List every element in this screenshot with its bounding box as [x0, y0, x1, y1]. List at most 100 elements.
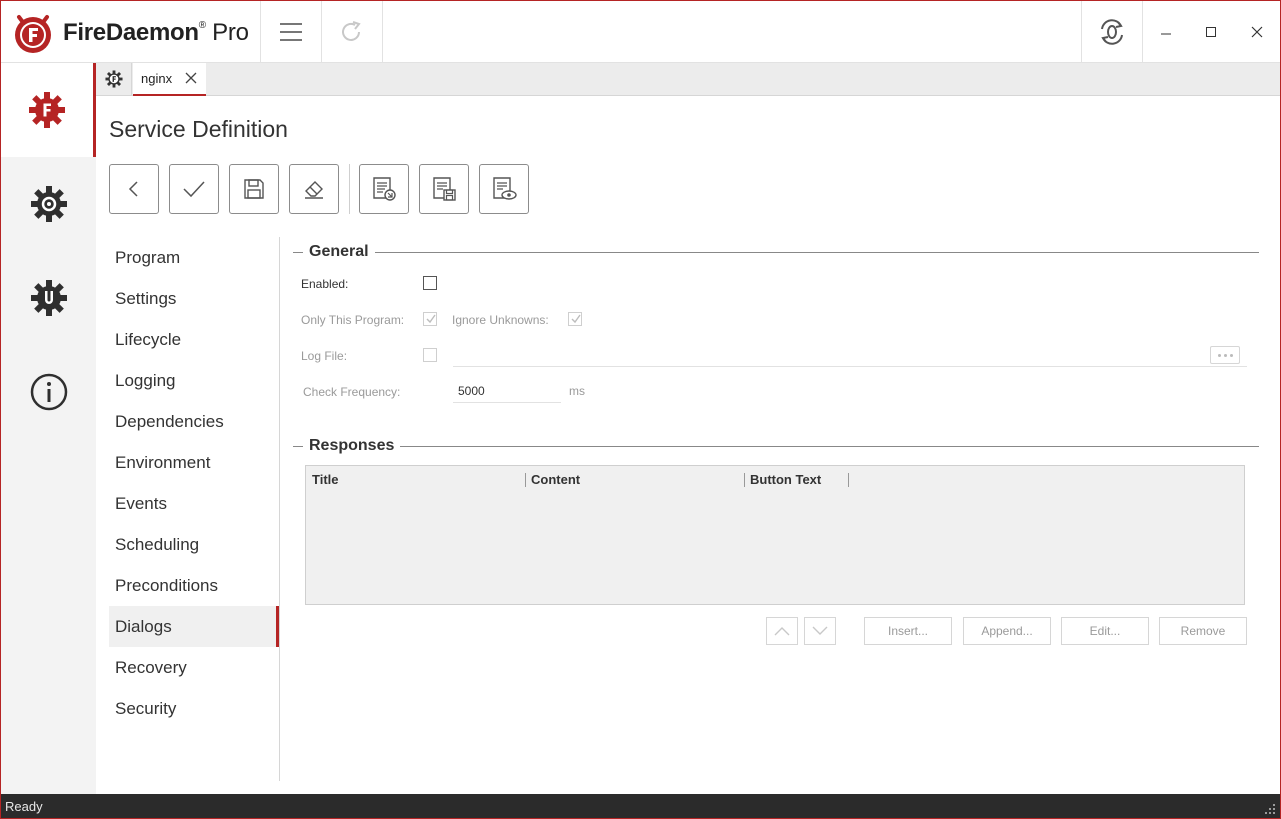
tab-strip: nginx — [96, 63, 1280, 96]
redo-button[interactable] — [321, 1, 382, 62]
app-logo: FireDaemon® Pro — [11, 11, 249, 55]
service-refresh-icon — [1101, 18, 1123, 45]
close-icon[interactable] — [184, 71, 198, 85]
update-gear-icon — [30, 280, 67, 316]
column-divider[interactable] — [525, 473, 526, 487]
log-file-label: Log File: — [301, 349, 348, 363]
minimize-icon — [1160, 33, 1171, 34]
nav-item-scheduling[interactable]: Scheduling — [109, 524, 279, 565]
only-this-program-checkbox[interactable] — [423, 312, 437, 326]
close-icon — [1251, 26, 1263, 37]
rail-item-updates[interactable] — [1, 251, 96, 345]
firedaemon-logo-icon — [15, 15, 51, 53]
minimize-button[interactable] — [1142, 1, 1188, 62]
rail-item-settings[interactable] — [1, 157, 96, 251]
ignore-unknowns-checkbox[interactable] — [568, 312, 582, 326]
import-definition-button[interactable] — [359, 164, 409, 214]
nav-item-lifecycle[interactable]: Lifecycle — [109, 319, 279, 360]
maximize-icon — [1206, 26, 1216, 37]
enabled-label: Enabled: — [301, 277, 349, 291]
settings-gear-icon — [30, 186, 67, 222]
nav-item-program[interactable]: Program — [109, 237, 279, 278]
save-icon — [244, 179, 264, 199]
clear-button[interactable] — [289, 164, 339, 214]
back-icon — [128, 181, 138, 197]
check-icon — [426, 314, 436, 324]
responses-section-header: Responses — [293, 437, 1259, 455]
chevron-up-icon — [774, 627, 790, 636]
status-text: Ready — [5, 798, 43, 814]
left-rail — [1, 63, 96, 794]
app-title: FireDaemon® Pro — [63, 19, 249, 46]
nav-divider — [279, 237, 280, 781]
save-button[interactable] — [229, 164, 279, 214]
tab-label: nginx — [141, 71, 173, 86]
nav-item-security[interactable]: Security — [109, 688, 279, 729]
general-heading: General — [309, 243, 369, 260]
tab-home[interactable] — [96, 63, 132, 95]
only-this-program-label: Only This Program: — [301, 313, 405, 327]
log-file-checkbox[interactable] — [423, 348, 437, 362]
save-doc-icon — [433, 177, 456, 201]
page-title: Service Definition — [109, 116, 288, 142]
dot-icon — [1229, 353, 1233, 357]
responses-table[interactable]: Title Content Button Text — [305, 465, 1245, 605]
info-icon — [30, 373, 67, 411]
title-bar: FireDaemon® Pro — [1, 1, 1280, 63]
edit-button[interactable]: Edit... — [1061, 617, 1149, 645]
nav-item-logging[interactable]: Logging — [109, 360, 279, 401]
nav-item-dialogs[interactable]: Dialogs — [109, 606, 279, 647]
resize-grip-icon[interactable] — [1264, 803, 1276, 815]
import-doc-icon — [373, 177, 396, 201]
view-doc-icon — [493, 177, 517, 200]
back-button[interactable] — [109, 164, 159, 214]
check-frequency-unit: ms — [569, 384, 585, 398]
move-down-button[interactable] — [804, 617, 836, 645]
enabled-checkbox[interactable] — [423, 276, 437, 290]
general-section-header: General — [293, 243, 1259, 261]
view-definition-button[interactable] — [479, 164, 529, 214]
move-up-button[interactable] — [766, 617, 798, 645]
dot-icon — [1217, 353, 1221, 357]
responses-heading: Responses — [309, 437, 395, 454]
append-button[interactable]: Append... — [963, 617, 1051, 645]
browse-button[interactable] — [1210, 346, 1240, 364]
dot-icon — [1223, 353, 1227, 357]
nav-item-settings[interactable]: Settings — [109, 278, 279, 319]
hamburger-icon — [280, 22, 302, 41]
rail-item-about[interactable] — [1, 345, 96, 439]
nav-item-recovery[interactable]: Recovery — [109, 647, 279, 688]
export-definition-button[interactable] — [419, 164, 469, 214]
column-header-content[interactable]: Content — [531, 472, 580, 487]
remove-button[interactable]: Remove — [1159, 617, 1247, 645]
log-file-input[interactable] — [453, 366, 1247, 367]
definition-nav: Program Settings Lifecycle Logging Dependenc… — [109, 237, 279, 729]
firedaemon-tab-icon — [104, 70, 123, 88]
toolbar-divider — [349, 164, 350, 214]
column-divider[interactable] — [848, 473, 849, 487]
nav-item-preconditions[interactable]: Preconditions — [109, 565, 279, 606]
maximize-button[interactable] — [1188, 1, 1234, 62]
title-divider — [382, 1, 383, 62]
check-icon — [183, 181, 205, 198]
menu-button[interactable] — [260, 1, 321, 62]
service-refresh-button[interactable] — [1081, 1, 1142, 62]
eraser-icon — [305, 181, 323, 199]
insert-button[interactable]: Insert... — [864, 617, 952, 645]
column-divider[interactable] — [744, 473, 745, 487]
column-header-title[interactable]: Title — [312, 472, 339, 487]
ignore-unknowns-label: Ignore Unknowns: — [452, 313, 549, 327]
app-window: FireDaemon® Pro nginx Service Definition… — [0, 0, 1281, 819]
nav-item-events[interactable]: Events — [109, 483, 279, 524]
rail-item-services[interactable] — [1, 63, 96, 157]
close-button[interactable] — [1234, 1, 1280, 62]
column-header-button-text[interactable]: Button Text — [750, 472, 821, 487]
tab-nginx[interactable]: nginx — [133, 63, 206, 96]
check-frequency-input[interactable]: 5000 — [453, 380, 561, 403]
nav-item-dependencies[interactable]: Dependencies — [109, 401, 279, 442]
chevron-down-icon — [812, 626, 828, 635]
nav-item-environment[interactable]: Environment — [109, 442, 279, 483]
redo-icon — [342, 20, 361, 41]
apply-button[interactable] — [169, 164, 219, 214]
status-bar: Ready — [1, 794, 1280, 818]
